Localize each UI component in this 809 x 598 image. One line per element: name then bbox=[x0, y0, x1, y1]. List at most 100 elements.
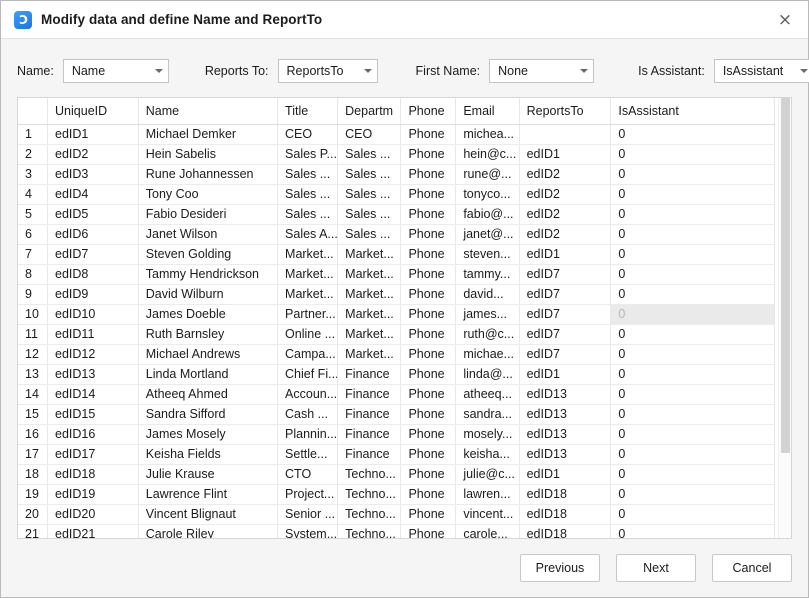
table-row[interactable]: 12 edID12 Michael Andrews Campa... Market...… bbox=[18, 344, 775, 365]
cell-reportsto[interactable]: edID7 bbox=[519, 324, 612, 345]
table-row[interactable]: 11 edID11 Ruth Barnsley Online ... Market...… bbox=[18, 324, 775, 345]
column-header-department[interactable]: Departm bbox=[337, 98, 402, 125]
cell-reportsto[interactable]: edID1 bbox=[519, 364, 612, 385]
cell-title[interactable]: Project... bbox=[277, 484, 339, 505]
cell-isassistant[interactable]: 0 bbox=[610, 524, 775, 538]
row-number[interactable]: 21 bbox=[18, 524, 49, 538]
column-header-title[interactable]: Title bbox=[277, 98, 339, 125]
cell-uniqueid[interactable]: edID15 bbox=[47, 404, 139, 425]
table-row[interactable]: 7 edID7 Steven Golding Market... Market... Ph… bbox=[18, 244, 775, 265]
cell-title[interactable]: Sales P... bbox=[277, 144, 339, 165]
row-number[interactable]: 17 bbox=[18, 444, 49, 465]
table-row[interactable]: 18 edID18 Julie Krause CTO Techno... Phone jul… bbox=[18, 464, 775, 485]
cell-email[interactable]: carole... bbox=[455, 524, 520, 538]
cell-name[interactable]: Michael Andrews bbox=[138, 344, 279, 365]
table-row[interactable]: 5 edID5 Fabio Desideri Sales ... Sales ... Ph… bbox=[18, 204, 775, 225]
row-number[interactable]: 20 bbox=[18, 504, 49, 525]
cell-uniqueid[interactable]: edID7 bbox=[47, 244, 139, 265]
cell-name[interactable]: Vincent Blignaut bbox=[138, 504, 279, 525]
cell-isassistant[interactable]: 0 bbox=[610, 404, 775, 425]
cell-title[interactable]: Market... bbox=[277, 284, 339, 305]
cell-phone[interactable]: Phone bbox=[400, 424, 457, 445]
cell-phone[interactable]: Phone bbox=[400, 284, 457, 305]
cell-title[interactable]: Sales ... bbox=[277, 184, 339, 205]
cell-isassistant[interactable]: 0 bbox=[610, 204, 775, 225]
cell-title[interactable]: Market... bbox=[277, 264, 339, 285]
cell-title[interactable]: Settle... bbox=[277, 444, 339, 465]
cell-department[interactable]: Finance bbox=[337, 424, 402, 445]
row-number[interactable]: 18 bbox=[18, 464, 49, 485]
cell-reportsto[interactable]: edID1 bbox=[519, 464, 612, 485]
cell-name[interactable]: Tammy Hendrickson bbox=[138, 264, 279, 285]
cell-name[interactable]: Linda Mortland bbox=[138, 364, 279, 385]
dropdown-reports-to[interactable]: ReportsTo bbox=[277, 59, 378, 83]
cell-department[interactable]: Finance bbox=[337, 444, 402, 465]
cell-email[interactable]: james... bbox=[455, 304, 520, 325]
cell-email[interactable]: janet@... bbox=[455, 224, 520, 245]
row-number[interactable]: 16 bbox=[18, 424, 49, 445]
cell-uniqueid[interactable]: edID13 bbox=[47, 364, 139, 385]
cell-department[interactable]: Finance bbox=[337, 384, 402, 405]
cell-uniqueid[interactable]: edID5 bbox=[47, 204, 139, 225]
dropdown-is-assistant[interactable]: IsAssistant bbox=[713, 59, 809, 83]
cell-reportsto[interactable]: edID18 bbox=[519, 524, 612, 538]
previous-button[interactable]: Previous bbox=[520, 554, 600, 582]
cell-department[interactable]: Techno... bbox=[337, 504, 402, 525]
cell-phone[interactable]: Phone bbox=[400, 124, 457, 145]
row-number[interactable]: 15 bbox=[18, 404, 49, 425]
cell-uniqueid[interactable]: edID10 bbox=[47, 304, 139, 325]
cell-email[interactable]: david... bbox=[455, 284, 520, 305]
vertical-scrollbar-thumb[interactable] bbox=[781, 98, 790, 453]
cell-title[interactable]: Plannin... bbox=[277, 424, 339, 445]
cell-uniqueid[interactable]: edID14 bbox=[47, 384, 139, 405]
cell-department[interactable]: Market... bbox=[337, 304, 402, 325]
cell-reportsto[interactable]: edID7 bbox=[519, 304, 612, 325]
cell-email[interactable]: vincent... bbox=[455, 504, 520, 525]
column-header-rownum[interactable] bbox=[18, 98, 49, 125]
table-row[interactable]: 8 edID8 Tammy Hendrickson Market... Market..… bbox=[18, 264, 775, 285]
cell-title[interactable]: Cash ... bbox=[277, 404, 339, 425]
cell-name[interactable]: Fabio Desideri bbox=[138, 204, 279, 225]
cell-department[interactable]: Market... bbox=[337, 284, 402, 305]
cell-reportsto[interactable]: edID1 bbox=[519, 244, 612, 265]
cell-uniqueid[interactable]: edID1 bbox=[47, 124, 139, 145]
close-icon[interactable]: × bbox=[762, 1, 808, 38]
cell-email[interactable]: hein@c... bbox=[455, 144, 520, 165]
cell-uniqueid[interactable]: edID21 bbox=[47, 524, 139, 538]
cell-uniqueid[interactable]: edID17 bbox=[47, 444, 139, 465]
row-number[interactable]: 8 bbox=[18, 264, 49, 285]
cell-isassistant[interactable]: 0 bbox=[610, 284, 775, 305]
cell-title[interactable]: Sales ... bbox=[277, 164, 339, 185]
cell-isassistant[interactable]: 0 bbox=[610, 504, 775, 525]
cell-uniqueid[interactable]: edID19 bbox=[47, 484, 139, 505]
table-row[interactable]: 21 edID21 Carole Riley System... Techno... Ph… bbox=[18, 524, 775, 538]
cell-isassistant[interactable]: 0 bbox=[610, 444, 775, 465]
next-button[interactable]: Next bbox=[616, 554, 696, 582]
cell-phone[interactable]: Phone bbox=[400, 344, 457, 365]
cell-isassistant[interactable]: 0 bbox=[610, 304, 775, 325]
cell-phone[interactable]: Phone bbox=[400, 144, 457, 165]
cell-uniqueid[interactable]: edID20 bbox=[47, 504, 139, 525]
cell-department[interactable]: Finance bbox=[337, 404, 402, 425]
cell-title[interactable]: CEO bbox=[277, 124, 339, 145]
cell-title[interactable]: CTO bbox=[277, 464, 339, 485]
cell-email[interactable]: keisha... bbox=[455, 444, 520, 465]
cell-email[interactable]: steven... bbox=[455, 244, 520, 265]
cell-title[interactable]: Sales ... bbox=[277, 204, 339, 225]
table-row[interactable]: 20 edID20 Vincent Blignaut Senior ... Techno… bbox=[18, 504, 775, 525]
column-header-email[interactable]: Email bbox=[455, 98, 520, 125]
cell-department[interactable]: Finance bbox=[337, 364, 402, 385]
column-header-isassistant[interactable]: IsAssistant bbox=[610, 98, 775, 125]
table-row[interactable]: 16 edID16 James Mosely Plannin... Finance Pho… bbox=[18, 424, 775, 445]
cell-title[interactable]: Campa... bbox=[277, 344, 339, 365]
cell-uniqueid[interactable]: edID18 bbox=[47, 464, 139, 485]
cell-phone[interactable]: Phone bbox=[400, 184, 457, 205]
cell-email[interactable]: sandra... bbox=[455, 404, 520, 425]
cell-name[interactable]: David Wilburn bbox=[138, 284, 279, 305]
cell-phone[interactable]: Phone bbox=[400, 404, 457, 425]
row-number[interactable]: 6 bbox=[18, 224, 49, 245]
cell-phone[interactable]: Phone bbox=[400, 204, 457, 225]
row-number[interactable]: 11 bbox=[18, 324, 49, 345]
cell-isassistant[interactable]: 0 bbox=[610, 144, 775, 165]
cell-reportsto[interactable]: edID2 bbox=[519, 224, 612, 245]
